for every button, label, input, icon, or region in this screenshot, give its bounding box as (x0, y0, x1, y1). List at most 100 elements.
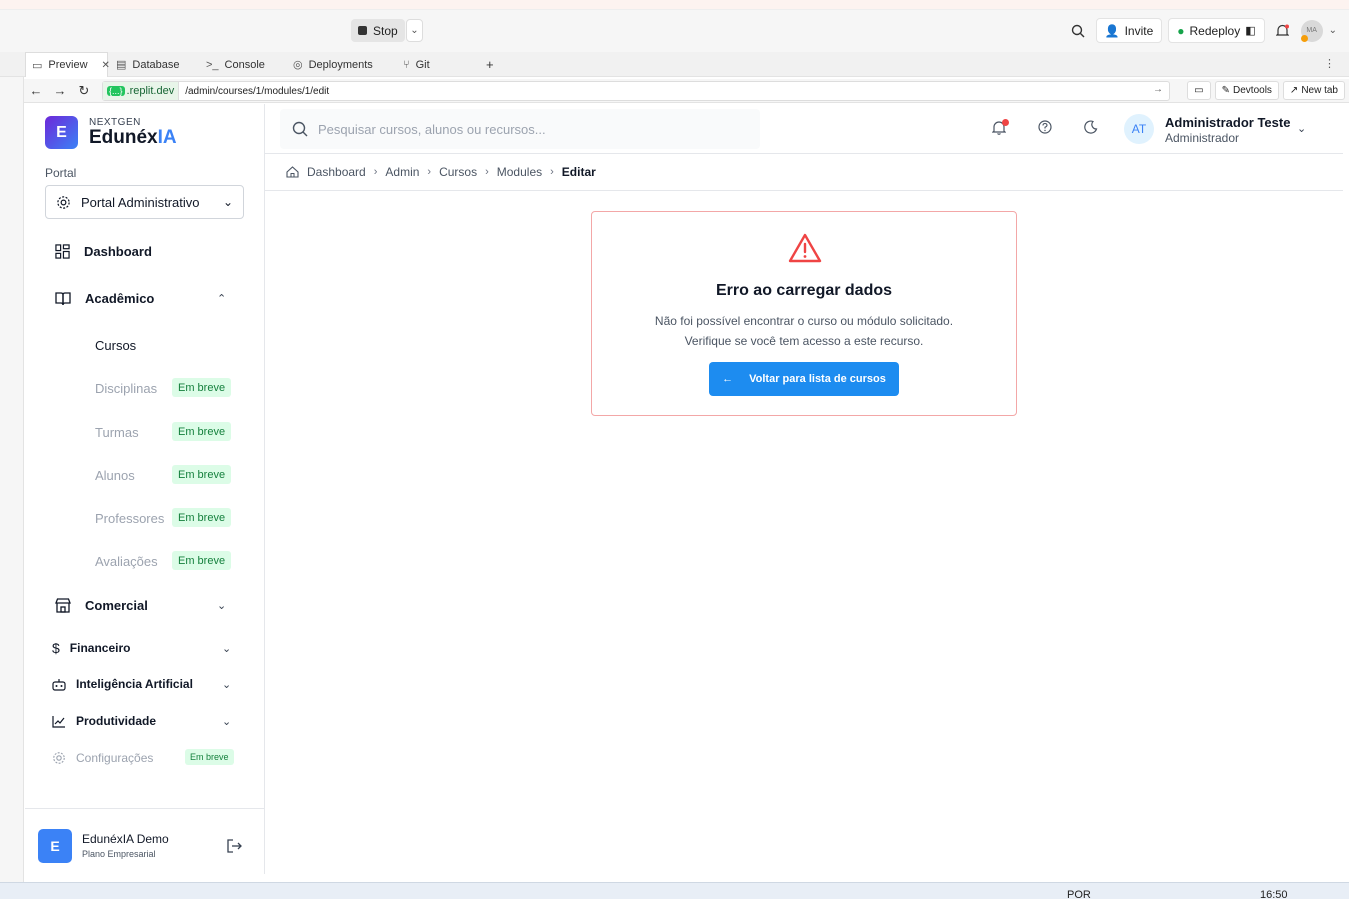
sidebar-item-label: Inteligência Artificial (76, 677, 193, 691)
sidebar-subitem-avaliacoes[interactable]: Avaliações (95, 554, 158, 569)
brand-name-main: Edunéx (89, 127, 158, 148)
ide-topbar-actions: 👤 Invite ● Redeploy ◧ MA ⌄ (1066, 18, 1337, 43)
back-to-courses-label: Voltar para lista de cursos (749, 373, 886, 385)
brand-name: EdunéxIA (89, 128, 177, 148)
redeploy-button[interactable]: ● Redeploy ◧ (1168, 18, 1265, 43)
tab-label: Database (132, 58, 180, 71)
sidebar-item-label: Acadêmico (85, 291, 155, 306)
chevron-up-icon: ⌃ (217, 293, 227, 305)
user-avatar[interactable]: MA (1300, 19, 1323, 42)
chevron-down-icon: ⌄ (410, 25, 419, 36)
breadcrumb-editar: Editar (561, 165, 596, 179)
chevron-down-icon: ⌄ (222, 195, 233, 209)
sidebar-item-configuracoes[interactable]: Configurações (52, 751, 153, 765)
sidebar-subitem-disciplinas[interactable]: Disciplinas (95, 381, 157, 396)
sidebar-item-dashboard[interactable]: Dashboard (55, 244, 152, 259)
sidebar-item-academico[interactable]: Acadêmico ⌃ (55, 291, 226, 306)
brand-name-accent: IA (157, 127, 177, 148)
split-icon: ◧ (1245, 25, 1256, 37)
help-icon[interactable] (1038, 120, 1052, 134)
preview-url-bar: ← → ↻ {...} .replit.dev /admin/courses/1… (24, 79, 1349, 103)
coming-soon-badge: Em breve (172, 465, 232, 484)
back-to-courses-button[interactable]: ← Voltar para lista de cursos (709, 362, 899, 396)
more-icon[interactable]: ⋮ (1324, 57, 1335, 70)
new-tab-button[interactable]: + (480, 52, 500, 77)
deploy-icon: ● (1177, 23, 1185, 38)
search-icon (292, 121, 308, 137)
coming-soon-badge: Em breve (172, 508, 232, 527)
brand-logo[interactable]: E NEXTGEN EdunéxIA (45, 116, 177, 149)
terminal-icon: >_ (206, 58, 219, 71)
chevron-down-icon[interactable]: ⌄ (1329, 25, 1337, 36)
tab-label: Preview (48, 59, 88, 71)
chevron-down-icon: ⌄ (222, 642, 232, 655)
arrow-left-icon: ← (722, 373, 734, 385)
sidebar-item-comercial[interactable]: Comercial ⌄ (55, 598, 226, 613)
tab-git[interactable]: ⑂ Git (397, 52, 473, 77)
breadcrumb-cursos[interactable]: Cursos (439, 165, 477, 179)
tab-deployments[interactable]: ◎ Deployments (287, 52, 395, 77)
coming-soon-badge: Em breve (185, 749, 234, 765)
sidebar: E NEXTGEN EdunéxIA Portal Portal Adminis… (25, 104, 265, 874)
org-avatar: E (38, 829, 72, 863)
error-message: Não foi possível encontrar o curso ou mó… (592, 311, 1016, 351)
screen-icon: ▭ (1194, 85, 1204, 96)
devtools-button[interactable]: ✎ Devtools (1214, 81, 1279, 100)
os-taskbar: POR 16:50 (0, 882, 1349, 899)
logout-icon[interactable] (227, 839, 242, 853)
chevron-down-icon: ⌄ (217, 600, 227, 612)
run-options-dropdown[interactable]: ⌄ (406, 19, 423, 42)
newtab-label: New tab (1301, 85, 1338, 96)
back-icon[interactable]: ← (24, 83, 48, 98)
warning-icon (788, 233, 822, 263)
sidebar-item-financeiro[interactable]: $ Financeiro ⌄ (52, 640, 231, 656)
invite-label: Invite (1124, 23, 1154, 38)
gear-icon (57, 195, 70, 209)
error-card: Erro ao carregar dados Não foi possível … (591, 211, 1017, 416)
reload-icon[interactable]: ↻ (72, 83, 96, 99)
url-host: {...} .replit.dev (103, 82, 180, 100)
coming-soon-badge: Em breve (172, 551, 232, 570)
search-icon[interactable] (1066, 18, 1090, 43)
close-icon[interactable]: ✕ (102, 60, 110, 71)
sidebar-subitem-turmas[interactable]: Turmas (95, 425, 139, 440)
tab-label: Console (224, 58, 265, 71)
bell-icon[interactable] (1271, 18, 1295, 43)
sidebar-subitem-alunos[interactable]: Alunos (95, 468, 135, 483)
breadcrumb-dashboard[interactable]: Dashboard (307, 165, 366, 179)
go-arrow-icon[interactable]: → (1153, 84, 1163, 95)
sidebar-item-produtividade[interactable]: Produtividade ⌄ (52, 714, 231, 728)
tab-preview[interactable]: ▭ Preview ✕ (25, 52, 110, 77)
ide-tabs: ▭ Preview ✕ ▤ Database >_ Console ◎ Depl… (0, 52, 1349, 77)
breadcrumb-modules[interactable]: Modules (497, 165, 542, 179)
portal-select[interactable]: Portal Administrativo ⌄ (45, 185, 244, 219)
clock[interactable]: 16:50 (1260, 889, 1288, 899)
add-user-icon: 👤 (1104, 23, 1120, 38)
stop-button[interactable]: Stop (351, 19, 405, 42)
breadcrumb-admin[interactable]: Admin (385, 165, 419, 179)
wrench-icon: ✎ (1221, 85, 1231, 96)
sidebar-item-ia[interactable]: Inteligência Artificial ⌄ (52, 677, 231, 691)
sidebar-item-label: Financeiro (69, 641, 131, 655)
new-tab-button[interactable]: ↗ New tab (1282, 81, 1345, 100)
user-avatar[interactable]: AT (1124, 114, 1154, 144)
user-name[interactable]: Administrador Teste (1165, 115, 1290, 130)
chevron-down-icon[interactable]: ⌄ (1297, 122, 1306, 135)
database-icon: ▤ (116, 59, 127, 71)
app-header: Pesquisar cursos, alunos ou recursos... … (265, 104, 1343, 154)
moon-icon[interactable] (1084, 120, 1098, 134)
sidebar-subitem-cursos[interactable]: Cursos (95, 338, 136, 353)
tab-database[interactable]: ▤ Database (110, 52, 198, 77)
search-input[interactable]: Pesquisar cursos, alunos ou recursos... (280, 109, 760, 149)
tab-console[interactable]: >_ Console (200, 52, 284, 77)
forward-icon[interactable]: → (48, 83, 72, 98)
sidebar-subitem-professores[interactable]: Professores (95, 511, 164, 526)
external-link-icon: ↗ (1289, 85, 1299, 96)
error-message-line-2: Verifique se você tem acesso a este recu… (684, 334, 924, 348)
ide-topbar: Stop ⌄ 👤 Invite ● Redeploy ◧ MA ⌄ (0, 10, 1349, 52)
notification-dot (1002, 119, 1009, 126)
url-input[interactable]: {...} .replit.dev /admin/courses/1/modul… (102, 81, 1170, 101)
screen-toggle-button[interactable]: ▭ (1187, 81, 1211, 100)
invite-button[interactable]: 👤 Invite (1095, 18, 1163, 43)
keyboard-language[interactable]: POR (1067, 889, 1091, 899)
